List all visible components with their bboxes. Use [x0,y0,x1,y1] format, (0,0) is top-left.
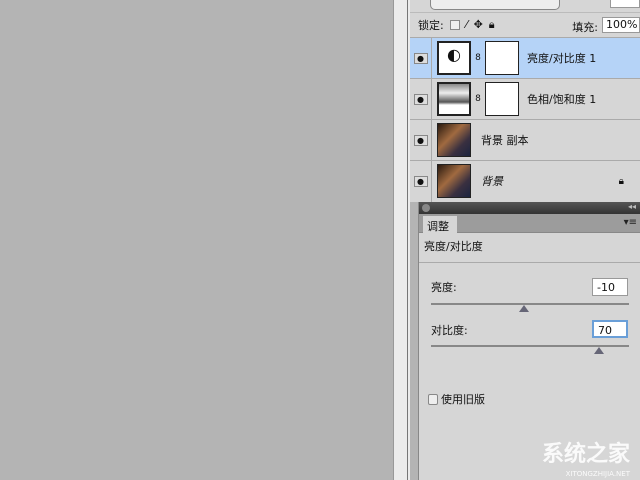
tab-adjustments[interactable]: 调整 [423,216,457,233]
lock-label: 锁定: [418,18,444,32]
watermark-url: XITONGZHIJIA.NET [565,470,630,478]
layer-row[interactable]: ● 8 色相/饱和度 1 [410,78,640,120]
layer-name: 色相/饱和度 1 [527,93,597,106]
blend-mode-field[interactable] [430,0,560,10]
link-icon[interactable]: 8 [474,53,482,63]
use-legacy-label: 使用旧版 [441,393,485,406]
lock-paint-icon[interactable]: ⁄ [466,18,468,31]
layer-thumbnail [437,164,471,198]
layers-panel: 锁定: ⁄ ✥ 🔒︎ 填充: 100% ● ◐ 8 亮度/对比度 1 ● 8 色… [410,0,640,202]
visibility-toggle[interactable]: ● [410,160,432,202]
document-canvas[interactable] [0,0,393,480]
layer-mask-thumbnail[interactable] [485,41,519,75]
layer-thumbnail [437,123,471,157]
brightness-contrast-icon: ◐ [437,41,471,75]
visibility-toggle[interactable]: ● [410,119,432,161]
opacity-field[interactable] [610,0,640,8]
adjustments-panel: ◂◂ 调整 ▾≡ 亮度/对比度 亮度: -10 对比度: 70 使用旧版 系统之… [418,202,640,480]
checkbox[interactable] [428,393,438,405]
eye-icon: ● [413,134,428,146]
panel-divider [393,0,410,480]
contrast-label: 对比度: [431,324,468,337]
eye-icon: ● [413,52,428,64]
brightness-input[interactable]: -10 [592,278,628,296]
eye-icon: ● [413,93,428,105]
lock-all-icon[interactable]: 🔒︎ [489,18,495,32]
lock-row: 锁定: ⁄ ✥ 🔒︎ 填充: 100% [410,12,640,36]
layer-name: 背景 副本 [481,134,529,147]
lock-transparency-icon[interactable] [449,19,460,30]
adjustment-title: 亮度/对比度 [419,233,640,263]
layer-mask-thumbnail[interactable] [485,82,519,116]
link-icon[interactable]: 8 [474,94,482,104]
hue-saturation-icon [437,82,471,116]
brightness-label: 亮度: [431,281,457,294]
layer-row[interactable]: ● 背景 🔒︎ [410,160,640,202]
lock-move-icon[interactable]: ✥ [474,18,483,31]
panel-menu-icon[interactable]: ▾≡ [624,217,637,228]
fill-input[interactable]: 100% [602,17,640,33]
close-icon[interactable] [422,204,430,212]
layer-row[interactable]: ● ◐ 8 亮度/对比度 1 [410,37,640,79]
watermark-logo: 系统之家 [541,442,630,467]
collapse-icon[interactable]: ◂◂ [628,202,636,211]
layer-name: 背景 [481,175,503,188]
visibility-toggle[interactable]: ● [410,78,432,120]
contrast-slider[interactable] [431,345,629,354]
layer-row[interactable]: ● 背景 副本 [410,119,640,161]
layer-name: 亮度/对比度 1 [527,52,597,65]
eye-icon: ● [413,175,428,187]
contrast-slider-thumb[interactable] [594,347,605,354]
panel-title-bar[interactable]: ◂◂ [419,202,640,214]
brightness-slider-thumb[interactable] [519,305,530,312]
brightness-slider[interactable] [431,303,629,312]
contrast-input[interactable]: 70 [592,320,628,338]
lock-icon: 🔒︎ [618,175,624,187]
fill-label: 填充: [572,21,598,34]
visibility-toggle[interactable]: ● [410,37,432,79]
use-legacy-checkbox[interactable]: 使用旧版 [428,391,485,407]
